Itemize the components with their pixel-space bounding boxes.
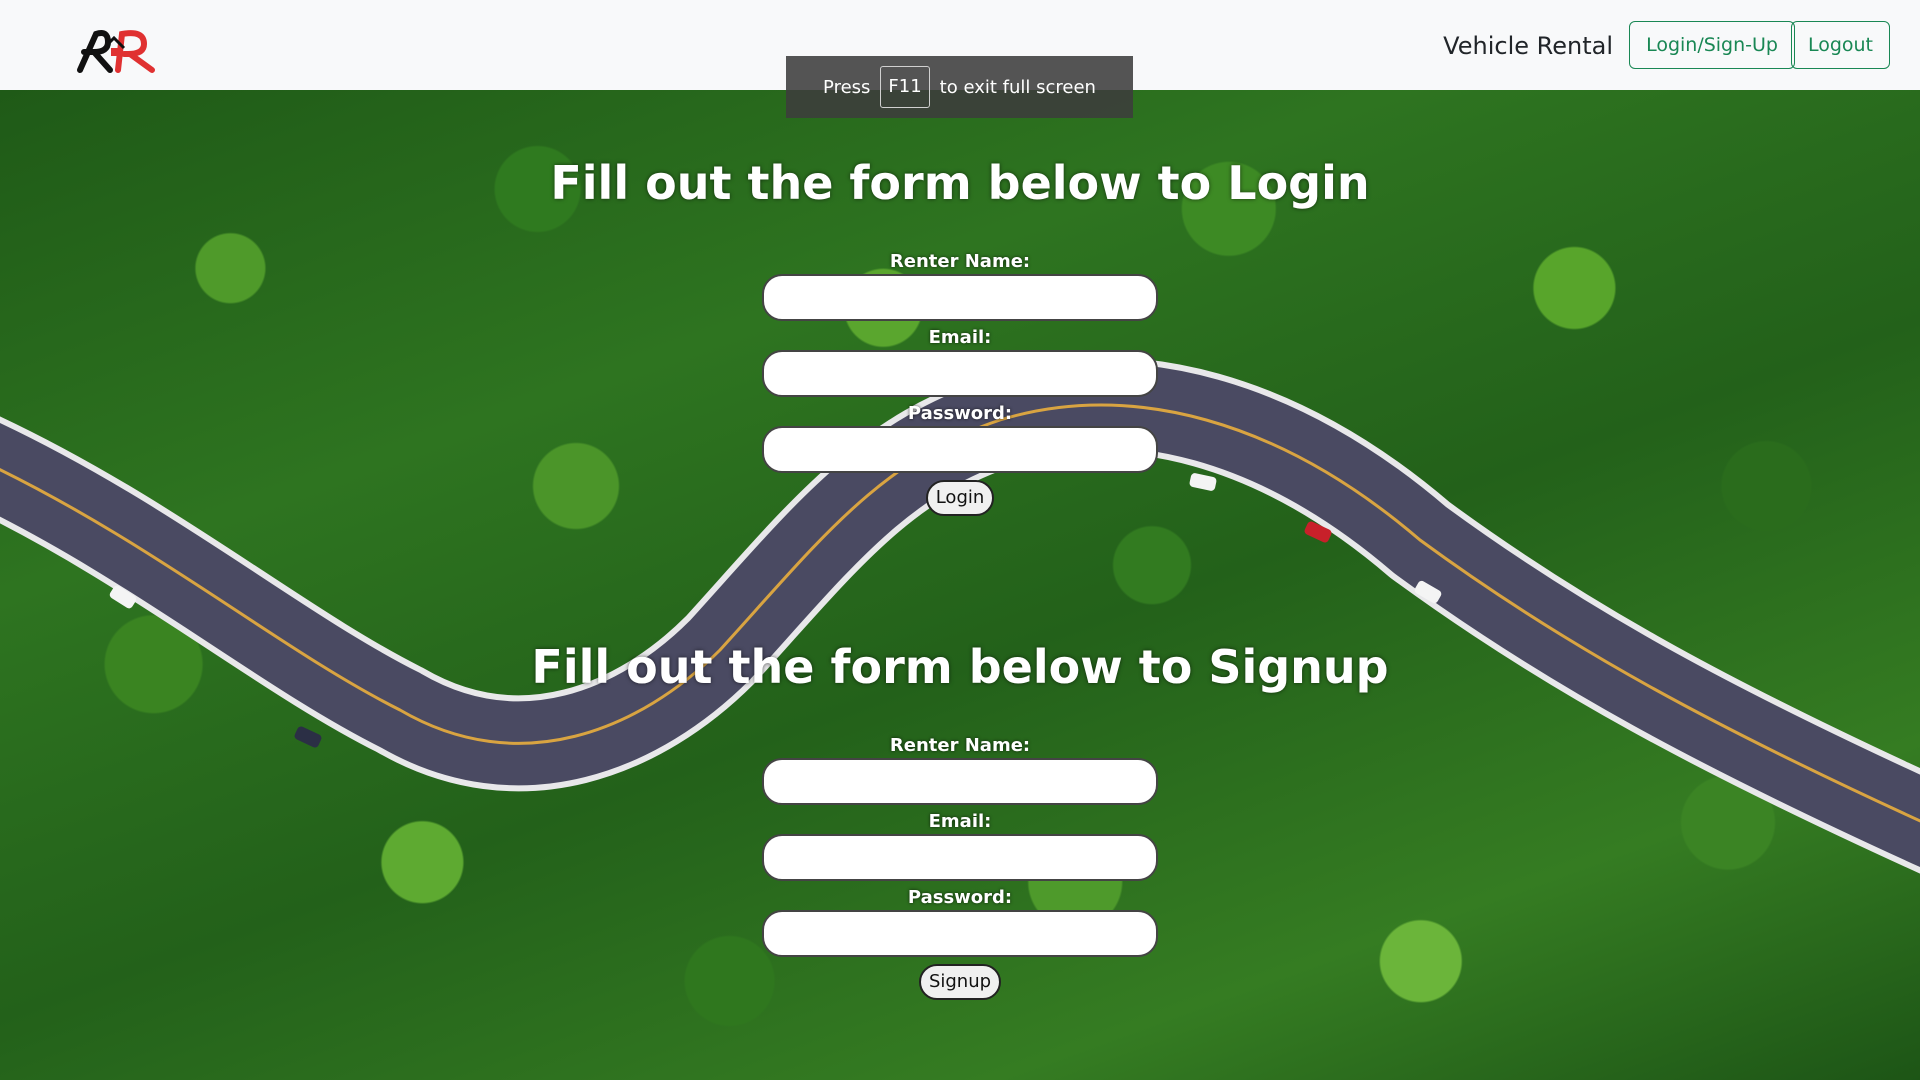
fullscreen-hint-suffix: to exit full screen — [939, 76, 1096, 98]
signup-form: Fill out the form below to Signup Renter… — [0, 634, 1920, 1000]
login-password-input[interactable] — [762, 426, 1158, 473]
login-name-input[interactable] — [762, 274, 1158, 321]
login-form: Fill out the form below to Login Renter … — [0, 150, 1920, 516]
signup-submit-button[interactable]: Signup — [918, 964, 1002, 1000]
fullscreen-hint-press: Press — [823, 76, 871, 98]
login-name-label: Renter Name: — [889, 251, 1031, 272]
login-email-label: Email: — [928, 327, 992, 348]
login-form-title: Fill out the form below to Login — [550, 156, 1370, 210]
signup-name-label: Renter Name: — [889, 735, 1031, 756]
logout-button[interactable]: Logout — [1790, 21, 1890, 69]
signup-email-input[interactable] — [762, 834, 1158, 881]
login-signup-button[interactable]: Login/Sign-Up — [1629, 21, 1795, 69]
signup-password-input[interactable] — [762, 910, 1158, 957]
signup-email-label: Email: — [928, 811, 992, 832]
signup-password-label: Password: — [907, 887, 1013, 908]
login-submit-button[interactable]: Login — [925, 480, 995, 516]
signup-name-input[interactable] — [762, 758, 1158, 805]
login-password-label: Password: — [907, 403, 1013, 424]
signup-form-title: Fill out the form below to Signup — [531, 640, 1389, 694]
login-email-input[interactable] — [762, 350, 1158, 397]
fullscreen-exit-hint: Press F11 to exit full screen — [786, 56, 1133, 118]
brand-title[interactable]: Vehicle Rental — [1443, 30, 1613, 62]
brand-logo-icon[interactable] — [74, 26, 158, 74]
fullscreen-hint-key: F11 — [880, 66, 930, 108]
